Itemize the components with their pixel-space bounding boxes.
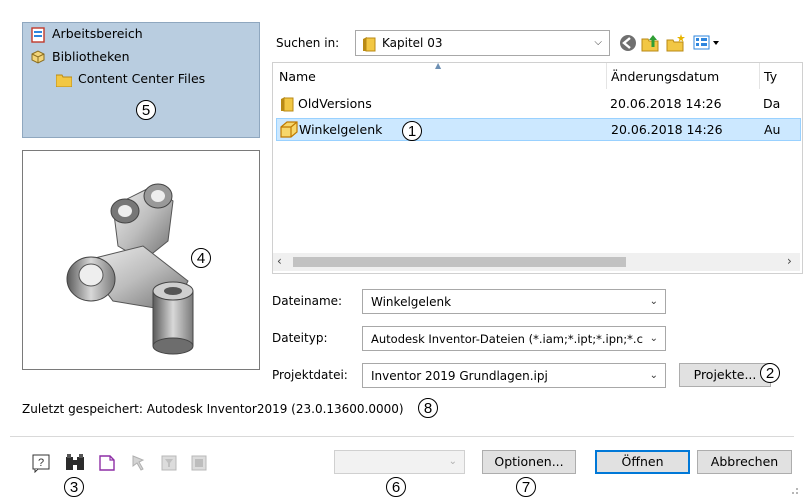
last-saved-text: Zuletzt gespeichert: Autodesk Inventor20… (22, 402, 404, 416)
chevron-down-icon: ⌄ (649, 370, 658, 381)
file-type: Au (764, 122, 781, 137)
folder-icon (56, 74, 72, 87)
project-label: Projektdatei: (272, 368, 348, 382)
file-name: OldVersions (298, 96, 372, 111)
new-file-button[interactable] (97, 453, 119, 475)
horizontal-scrollbar[interactable]: ‹ › (273, 253, 800, 271)
chevron-down-icon: ⌄ (448, 456, 457, 467)
workspace-icon (31, 27, 45, 43)
file-date: 20.06.2018 14:26 (610, 96, 722, 111)
sidebar-item-label: Arbeitsbereich (52, 26, 143, 41)
file-date: 20.06.2018 14:26 (611, 122, 723, 137)
callout-8: 8 (418, 398, 438, 418)
chevron-down-icon: ⌄ (649, 333, 658, 344)
help-icon: ? (32, 454, 50, 474)
filetype-label: Dateityp: (272, 331, 328, 345)
help-button[interactable]: ? (31, 453, 53, 475)
filetype-value: Autodesk Inventor-Dateien (*.iam;*.ipt;*… (371, 332, 643, 346)
version-dropdown: ⌄ (334, 450, 465, 474)
file-row-oldversions[interactable]: OldVersions 20.06.2018 14:26 Da (276, 92, 801, 115)
file-row-winkelgelenk[interactable]: Winkelgelenk 20.06.2018 14:26 Au (276, 118, 801, 141)
column-divider (759, 63, 760, 89)
filename-value: Winkelgelenk (371, 295, 452, 309)
new-folder-icon (666, 34, 685, 52)
file-name: Winkelgelenk (299, 122, 383, 137)
lookin-label: Suchen in: (276, 36, 340, 50)
view-menu-button[interactable] (692, 32, 722, 54)
filename-input[interactable]: Winkelgelenk ⌄ (362, 289, 666, 314)
up-folder-icon (641, 35, 659, 52)
svg-text:?: ? (38, 457, 44, 469)
grid-icon (191, 455, 207, 471)
sidebar-item-label: Bibliotheken (52, 49, 130, 64)
sidebar-item-label: Content Center Files (78, 71, 206, 86)
project-value: Inventor 2019 Grundlagen.ipj (371, 369, 548, 383)
scroll-right-icon[interactable]: › (787, 254, 792, 268)
resize-grip[interactable] (787, 483, 799, 495)
sidebar-item-workspace[interactable]: Arbeitsbereich (30, 26, 230, 44)
disabled-tool-button-3 (189, 453, 211, 475)
column-header-name[interactable]: Name (279, 69, 316, 84)
callout-6: 6 (386, 477, 406, 497)
back-button[interactable] (618, 33, 640, 55)
file-list-header: Name ▲ Änderungsdatum Ty (273, 61, 800, 89)
file-type: Da (763, 96, 781, 111)
separator-line (10, 436, 794, 437)
preview-pane (22, 150, 260, 370)
up-folder-button[interactable] (640, 32, 662, 54)
part-file-icon (280, 121, 298, 138)
filename-label: Dateiname: (272, 294, 343, 308)
scrollbar-thumb[interactable] (293, 257, 626, 267)
project-dropdown[interactable]: Inventor 2019 Grundlagen.ipj ⌄ (362, 363, 666, 388)
folder-icon (281, 97, 294, 112)
projects-button[interactable]: Projekte... (679, 363, 771, 387)
callout-5: 5 (136, 100, 156, 120)
callout-7: 7 (516, 477, 536, 497)
select-tool-icon (132, 455, 145, 471)
scroll-left-icon[interactable]: ‹ (277, 254, 282, 268)
folder-icon (363, 37, 376, 52)
binoculars-icon (66, 454, 84, 470)
callout-3: 3 (64, 477, 84, 497)
libraries-icon (31, 50, 45, 64)
back-icon (620, 35, 636, 51)
part-preview-image (66, 183, 194, 355)
new-folder-button[interactable] (665, 32, 687, 54)
column-divider (606, 63, 607, 89)
chevron-down-icon: ⌵ (594, 37, 602, 48)
open-button[interactable]: Öffnen (595, 450, 690, 474)
callout-1: 1 (402, 121, 422, 141)
column-header-type[interactable]: Ty (764, 69, 777, 84)
view-menu-icon (693, 35, 719, 50)
sidebar-item-content-center[interactable]: Content Center Files (56, 71, 256, 89)
sort-up-icon: ▲ (435, 61, 442, 70)
find-button[interactable] (64, 453, 86, 475)
cancel-button[interactable]: Abbrechen (697, 450, 792, 474)
lookin-dropdown[interactable]: Kapitel 03 ⌵ (355, 30, 610, 56)
callout-4: 4 (191, 248, 211, 268)
filter-icon (161, 455, 177, 471)
column-header-date[interactable]: Änderungsdatum (611, 69, 719, 84)
options-button[interactable]: Optionen... (482, 450, 576, 474)
chevron-down-icon[interactable]: ⌄ (650, 296, 658, 307)
filetype-dropdown[interactable]: Autodesk Inventor-Dateien (*.iam;*.ipt;*… (362, 326, 666, 351)
sidebar-item-libraries[interactable]: Bibliotheken (30, 49, 230, 67)
resize-grip-icon (792, 488, 798, 494)
callout-2: 2 (760, 363, 780, 383)
new-file-icon (99, 455, 115, 471)
disabled-tool-button-1 (129, 453, 151, 475)
disabled-tool-button-2 (159, 453, 181, 475)
lookin-value: Kapitel 03 (382, 36, 443, 50)
